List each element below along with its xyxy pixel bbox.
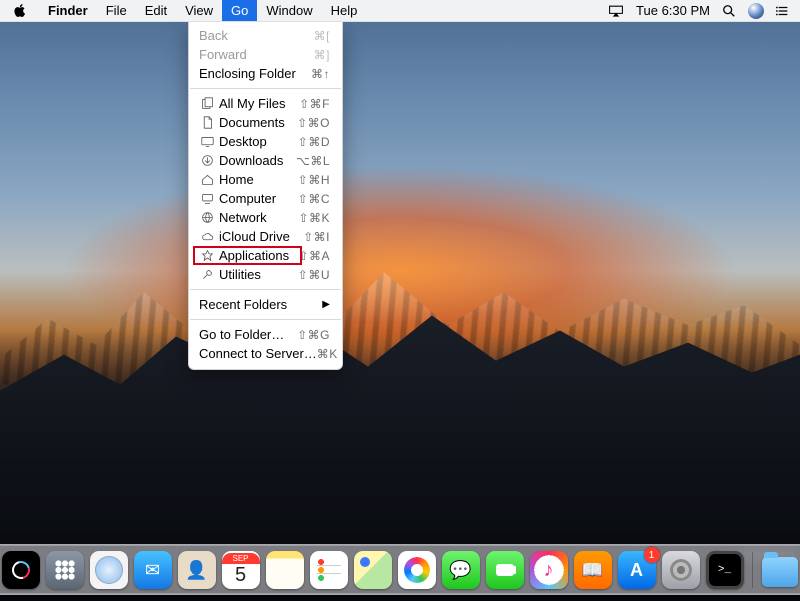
menu-item-icloud-drive[interactable]: iCloud Drive⇧⌘I [189, 227, 342, 246]
dock-item-terminal[interactable] [705, 550, 745, 590]
dock-item-reminders[interactable] [309, 550, 349, 590]
mail-icon: ✉ [134, 551, 172, 589]
dock-item-contacts[interactable]: 👤 [177, 550, 217, 590]
app-name-label: Finder [48, 3, 88, 18]
app-name-menu[interactable]: Finder [39, 0, 97, 21]
menu-item-documents[interactable]: Documents⇧⌘O [189, 113, 342, 132]
home-icon [199, 173, 215, 186]
dock-item-ibooks[interactable]: 📖 [573, 550, 613, 590]
siri-icon [2, 551, 40, 589]
help-menu[interactable]: Help [322, 0, 367, 21]
menu-item-recent-folders[interactable]: Recent Folders▶ [189, 295, 342, 314]
all-my-files-icon [199, 97, 215, 110]
view-menu[interactable]: View [176, 0, 222, 21]
network-icon [199, 211, 215, 224]
badge: 1 [644, 547, 660, 563]
user-menu-extra[interactable] [748, 3, 764, 19]
spotlight-menu-extra[interactable] [722, 4, 736, 18]
menu-bar: Finder File Edit View Go Window Help Tue… [0, 0, 800, 22]
dock-item-messages[interactable]: 💬 [441, 550, 481, 590]
dock-item-calendar[interactable]: SEP5 [221, 550, 261, 590]
dock-item-facetime[interactable] [485, 550, 525, 590]
menu-separator [190, 319, 341, 320]
downloads-icon [199, 154, 215, 167]
maps-icon [354, 551, 392, 589]
dock-item-siri[interactable] [1, 550, 41, 590]
dock-item-downloads[interactable] [760, 550, 800, 590]
menu-item-home[interactable]: Home⇧⌘H [189, 170, 342, 189]
menu-item-forward: Forward⌘] [189, 45, 342, 64]
launchpad-icon [46, 551, 84, 589]
dock-item-itunes[interactable]: ♪ [529, 550, 569, 590]
folder-icon [762, 557, 798, 587]
dock-item-mail[interactable]: ✉ [133, 550, 173, 590]
menu-item-enclosing-folder[interactable]: Enclosing Folder⌘↑ [189, 64, 342, 83]
calendar-icon: SEP5 [222, 551, 260, 589]
menu-item-connect-to-server[interactable]: Connect to Server…⌘K [189, 344, 342, 363]
window-menu[interactable]: Window [257, 0, 321, 21]
file-menu[interactable]: File [97, 0, 136, 21]
airplay-menu-extra[interactable] [608, 4, 624, 18]
menu-separator [190, 289, 341, 290]
notification-center-menu-extra[interactable] [776, 4, 790, 18]
notes-icon [266, 551, 304, 589]
menu-item-network[interactable]: Network⇧⌘K [189, 208, 342, 227]
dock-item-safari[interactable] [89, 550, 129, 590]
submenu-arrow-icon: ▶ [322, 299, 330, 310]
facetime-icon [486, 551, 524, 589]
reminders-icon [310, 551, 348, 589]
airplay-icon [608, 4, 624, 18]
edit-menu[interactable]: Edit [136, 0, 176, 21]
dock-item-system-preferences[interactable] [661, 550, 701, 590]
desktop-icon [199, 135, 215, 148]
menu-item-go-to-folder[interactable]: Go to Folder…⇧⌘G [189, 325, 342, 344]
menu-item-computer[interactable]: Computer⇧⌘C [189, 189, 342, 208]
go-menu[interactable]: Go [222, 0, 257, 21]
dock-item-notes[interactable] [265, 550, 305, 590]
dock-item-photos[interactable] [397, 550, 437, 590]
icloud-icon [199, 230, 215, 243]
dock-shelf: ✉👤SEP5 💬 ♪📖 1 [0, 544, 800, 595]
menu-item-desktop[interactable]: Desktop⇧⌘D [189, 132, 342, 151]
messages-icon: 💬 [442, 551, 480, 589]
menu-separator [190, 88, 341, 89]
menu-item-all-my-files[interactable]: All My Files⇧⌘F [189, 94, 342, 113]
menu-item-applications[interactable]: Applications⇧⌘A [189, 246, 342, 265]
ibooks-icon: 📖 [574, 551, 612, 589]
dock-separator [752, 552, 753, 588]
apple-menu[interactable] [0, 0, 39, 21]
dock-item-launchpad[interactable] [45, 550, 85, 590]
utilities-icon [199, 268, 215, 281]
dock-item-app-store[interactable]: 1 [617, 550, 657, 590]
menu-item-utilities[interactable]: Utilities⇧⌘U [189, 265, 342, 284]
list-icon [776, 4, 790, 18]
contacts-icon: 👤 [178, 551, 216, 589]
computer-icon [199, 192, 215, 205]
sysprefs-icon [662, 551, 700, 589]
search-icon [722, 4, 736, 18]
go-menu-dropdown: Back⌘[ Forward⌘] Enclosing Folder⌘↑ All … [188, 22, 343, 370]
applications-icon [199, 249, 215, 262]
apple-logo-icon [14, 4, 27, 17]
dock-item-maps[interactable] [353, 550, 393, 590]
safari-icon [90, 551, 128, 589]
documents-icon [199, 116, 215, 129]
photos-icon [398, 551, 436, 589]
menu-item-downloads[interactable]: Downloads⌥⌘L [189, 151, 342, 170]
desktop-wallpaper [0, 0, 800, 601]
menu-item-back: Back⌘[ [189, 26, 342, 45]
itunes-icon: ♪ [530, 551, 568, 589]
menu-bar-clock[interactable]: Tue 6:30 PM [636, 3, 710, 18]
terminal-icon [706, 551, 744, 589]
dock: ✉👤SEP5 💬 ♪📖 1 [0, 544, 800, 595]
